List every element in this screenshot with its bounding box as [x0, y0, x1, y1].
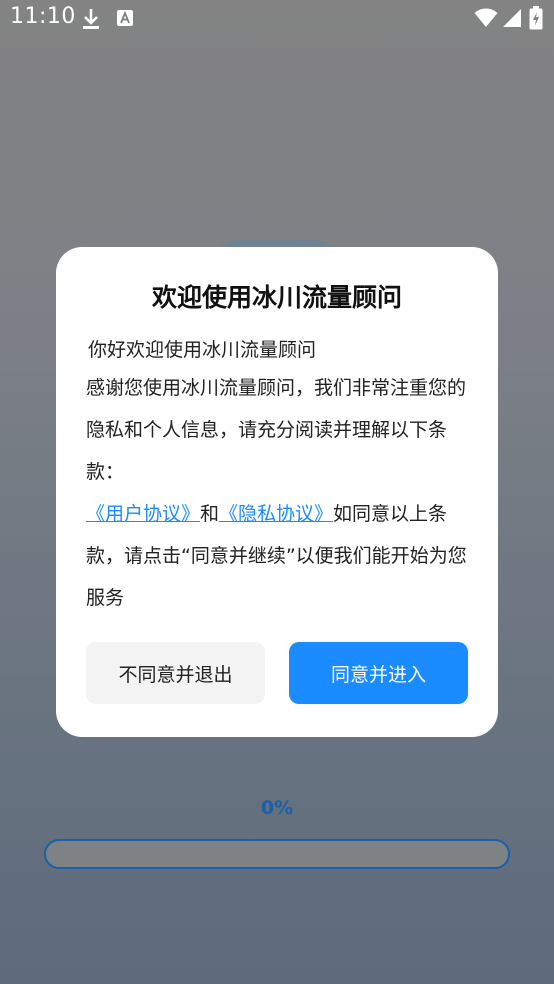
user-agreement-link[interactable]: 《用户协议》 — [86, 503, 200, 525]
privacy-policy-link[interactable]: 《隐私协议》 — [219, 503, 333, 525]
app-screen: 11:10 0% 欢迎使用冰川流量顾问 你好欢迎使用冰川流量顾问 感谢您使用冰川… — [0, 0, 554, 984]
status-time: 11:10 — [10, 4, 76, 29]
dialog-greeting: 你好欢迎使用冰川流量顾问 — [88, 339, 317, 361]
dialog-title: 欢迎使用冰川流量顾问 — [151, 283, 402, 312]
battery-icon — [529, 6, 543, 34]
agree-enter-button[interactable]: 同意并进入 — [289, 642, 468, 704]
privacy-dialog: 欢迎使用冰川流量顾问 你好欢迎使用冰川流量顾问 感谢您使用冰川流量顾问，我们非常… — [56, 247, 498, 737]
progress-percent-label: 0% — [260, 797, 294, 819]
download-icon — [80, 7, 102, 35]
status-bar: 11:10 — [0, 0, 554, 38]
disagree-exit-button[interactable]: 不同意并退出 — [86, 642, 265, 704]
progress-bar — [44, 839, 510, 869]
dialog-body: 你好欢迎使用冰川流量顾问 感谢您使用冰川流量顾问，我们非常注重您的隐私和个人信息… — [86, 333, 470, 619]
dialog-paragraph: 感谢您使用冰川流量顾问，我们非常注重您的隐私和个人信息，请充分阅读并理解以下条款… — [86, 377, 467, 483]
autofill-icon — [116, 9, 134, 31]
conjunction-text: 和 — [200, 503, 220, 525]
wifi-icon — [474, 8, 498, 32]
signal-icon — [502, 8, 522, 32]
